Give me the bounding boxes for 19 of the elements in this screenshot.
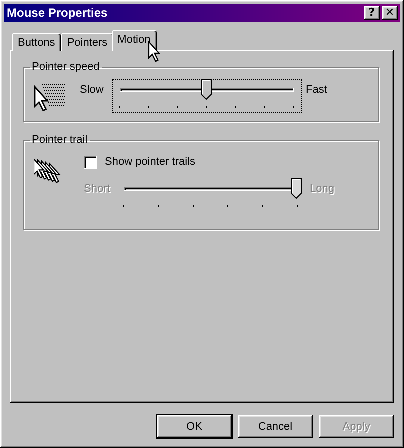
slider-thumb[interactable]: [201, 79, 212, 100]
slider-max-label: Long: [310, 182, 336, 195]
group-title: Pointer trail: [31, 134, 89, 146]
slider-max-label: Fast: [306, 83, 328, 96]
dialog-button[interactable]: OK: [157, 415, 232, 438]
window-title: Mouse Properties: [7, 6, 109, 20]
tab[interactable]: Pointers: [61, 33, 114, 51]
pointer-speed-icon: [34, 83, 66, 113]
tab[interactable]: Buttons: [12, 33, 62, 51]
tab[interactable]: Motion: [112, 30, 157, 51]
help-button[interactable]: ?: [364, 6, 380, 20]
close-button[interactable]: ✕: [382, 6, 398, 20]
checkbox-label: Show pointer trails: [105, 156, 196, 168]
slider-min-label: Slow: [80, 83, 105, 96]
group-title: Pointer speed: [31, 61, 101, 73]
dialog-button[interactable]: Cancel: [238, 415, 313, 438]
slider[interactable]: [112, 79, 302, 113]
checkbox[interactable]: [84, 156, 97, 168]
slider-min-label: Short: [84, 182, 112, 195]
